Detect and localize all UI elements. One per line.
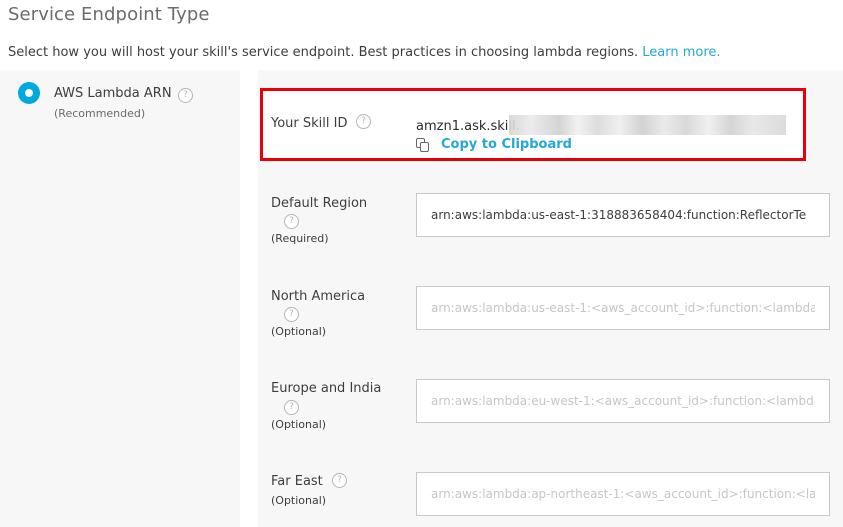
europe-india-label: Europe and India [271,381,382,396]
section-description: Select how you will host your skill's se… [8,45,721,60]
copy-to-clipboard-button[interactable]: Copy to Clipboard [416,137,572,152]
far-east-label: Far East [271,474,323,489]
north-america-input[interactable] [416,286,830,330]
optional-label: (Optional) [271,418,327,431]
default-region-label: Default Region [271,196,368,211]
required-label: (Required) [271,232,329,245]
recommended-label: (Recommended) [54,107,146,120]
optional-label: (Optional) [271,325,327,338]
aws-lambda-label: AWS Lambda ARN [54,86,172,101]
help-icon[interactable]: ? [284,214,299,229]
help-icon[interactable]: ? [356,114,371,129]
endpoint-options-panel [0,70,240,527]
help-icon[interactable]: ? [178,88,193,103]
aws-lambda-radio[interactable] [18,82,40,104]
skill-id-value: amzn1.ask.skill. [416,119,520,134]
help-icon[interactable]: ? [332,473,347,488]
description-text: Select how you will host your skill's se… [8,45,643,60]
section-title: Service Endpoint Type [8,4,210,25]
optional-label: (Optional) [271,494,327,507]
north-america-label: North America [271,289,366,304]
learn-more-link[interactable]: Learn more. [642,45,720,60]
europe-india-input[interactable] [416,379,830,423]
default-region-input[interactable] [416,193,830,237]
far-east-input[interactable] [416,472,830,516]
redacted-skill-id [509,115,786,135]
copy-to-clipboard-label: Copy to Clipboard [441,137,572,152]
copy-icon [416,137,430,152]
help-icon[interactable]: ? [284,400,299,415]
help-icon[interactable]: ? [284,307,299,322]
skill-id-label: Your Skill ID [271,116,348,131]
